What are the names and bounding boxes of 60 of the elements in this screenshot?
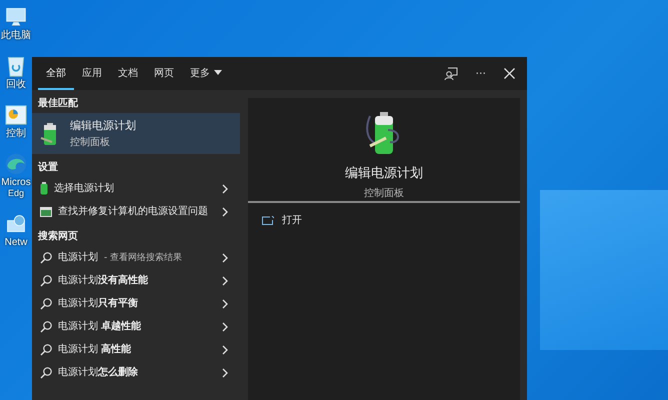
desktop-icon-label: Micros Edg — [1, 177, 31, 199]
desktop-icon-label: Netw — [4, 237, 28, 248]
tab[interactable]: 全部 — [38, 57, 74, 90]
close-icon[interactable] — [504, 68, 515, 79]
search-icon — [40, 320, 52, 332]
result-label: 电源计划 — [58, 250, 98, 264]
section-heading: 设置 — [36, 160, 59, 175]
tab[interactable]: 文档 — [110, 57, 146, 90]
best-match-item[interactable]: 编辑电源计划 控制面板 — [32, 113, 240, 154]
search-icon — [40, 274, 52, 286]
web-result[interactable]: 电源计划只有平衡 — [32, 292, 240, 315]
desktop-icon-label: 回收 — [6, 79, 26, 90]
chevron-right-icon[interactable] — [222, 276, 228, 286]
chevron-right-icon[interactable] — [222, 322, 228, 332]
open-action[interactable]: 打开 — [248, 203, 520, 237]
search-icon — [40, 344, 52, 356]
desktop-icon-label: 控制 — [6, 128, 26, 139]
chevron-right-icon[interactable] — [222, 298, 228, 308]
feedback-icon[interactable] — [444, 66, 458, 80]
search-icon — [40, 366, 52, 378]
more-button[interactable]: ··· — [476, 67, 486, 80]
chevron-right-icon[interactable] — [222, 184, 228, 194]
chevron-right-icon[interactable] — [222, 344, 228, 354]
section-heading: 最佳匹配 — [37, 96, 79, 111]
settings-result[interactable]: 查找并修复计算机的电源设置问题 — [32, 200, 240, 223]
monitor-icon[interactable] — [5, 6, 27, 28]
web-result[interactable]: 电源计划怎么删除 — [32, 361, 240, 384]
network-icon[interactable] — [5, 213, 27, 235]
web-result[interactable]: 电源计划 高性能 — [32, 338, 240, 361]
result-title: 编辑电源计划 — [70, 118, 136, 133]
monitor-icon — [40, 206, 52, 216]
chevron-right-icon[interactable] — [222, 206, 228, 216]
tab[interactable]: 更多 — [182, 57, 230, 90]
web-result[interactable]: 电源计划 卓越性能 — [32, 315, 240, 338]
result-label: 电源计划没有高性能 — [58, 274, 148, 288]
result-hint: - 查看网络搜索结果 — [104, 252, 184, 264]
result-label: 电源计划只有平衡 — [58, 296, 138, 310]
settings-result[interactable]: 选择电源计划 — [32, 177, 240, 200]
preview-subtitle: 控制面板 — [364, 186, 404, 200]
desktop-icon-label: 此电脑 — [1, 30, 31, 41]
recycle-bin-icon[interactable] — [5, 55, 27, 77]
open-window-icon — [262, 216, 274, 224]
tab[interactable]: 网页 — [146, 57, 182, 90]
search-icon — [40, 298, 52, 310]
tab[interactable]: 应用 — [74, 57, 110, 90]
battery-icon — [40, 182, 48, 195]
web-result[interactable]: 电源计划 - 查看网络搜索结果 — [32, 246, 240, 269]
result-label: 电源计划 高性能 — [58, 342, 132, 356]
preview-title: 编辑电源计划 — [345, 165, 423, 182]
result-label: 电源计划 卓越性能 — [58, 320, 142, 334]
result-label: 选择电源计划 — [54, 182, 115, 196]
result-subtitle: 控制面板 — [70, 136, 111, 149]
control-panel-icon[interactable] — [5, 104, 27, 126]
search-icon — [40, 252, 52, 264]
section-heading: 搜索网页 — [36, 230, 79, 244]
result-label: 查找并修复计算机的电源设置问题 — [58, 204, 209, 218]
chevron-right-icon[interactable] — [222, 252, 228, 262]
chevron-right-icon[interactable] — [222, 368, 228, 378]
result-label: 电源计划怎么删除 — [58, 366, 138, 380]
web-result[interactable]: 电源计划没有高性能 — [32, 269, 240, 292]
